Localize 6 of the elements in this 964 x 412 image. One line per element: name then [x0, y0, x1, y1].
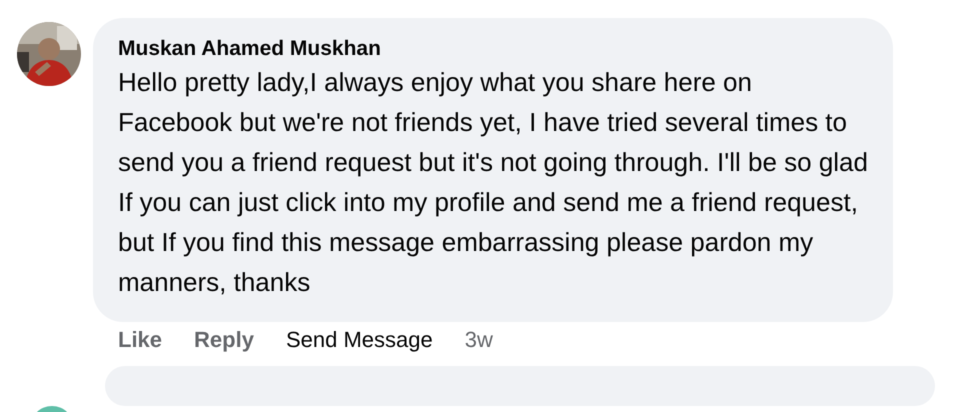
send-message-link[interactable]: Send Message [286, 326, 433, 354]
timestamp: 3w [464, 326, 493, 354]
comment-text: Hello pretty lady,I always enjoy what you share here on Facebook but we're not friends yet, I have tried several times to send you a friend request but it's not going through. I'll be so glad If you can just click into my profile and send me a friend request, but If you find this message embarrassing please pardon my manners, thanks [118, 66, 868, 299]
author-name[interactable]: Muskan Ahamed Muskhan [118, 36, 869, 62]
action-link[interactable]: Like [118, 326, 162, 354]
action-link[interactable]: Reply [194, 326, 254, 354]
